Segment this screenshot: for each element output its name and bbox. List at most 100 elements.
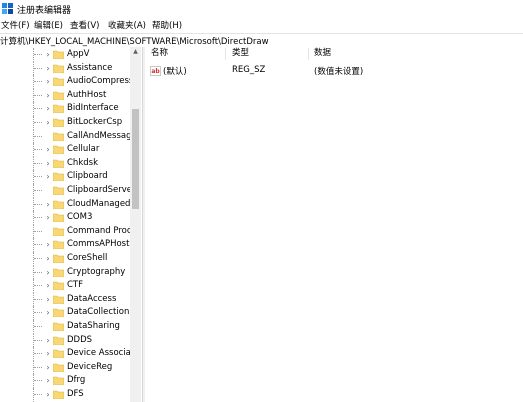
- chevron-right-icon[interactable]: ›: [43, 103, 53, 114]
- title-bar: 注册表编辑器: [0, 0, 523, 17]
- tree-branch-line: [34, 298, 42, 300]
- column-header-name[interactable]: 名称: [151, 47, 168, 60]
- chevron-right-icon[interactable]: ›: [43, 49, 53, 60]
- column-divider[interactable]: [308, 48, 309, 60]
- tree-item-label: Clipboard: [67, 171, 108, 182]
- tree-branch-line: [34, 230, 42, 232]
- tree-item[interactable]: › DataAccess: [0, 292, 130, 307]
- tree-item[interactable]: DataSharing: [0, 320, 130, 334]
- tree-branch-line: [34, 81, 42, 83]
- chevron-right-icon[interactable]: ›: [43, 199, 53, 210]
- folder-icon: [53, 241, 64, 250]
- chevron-right-icon[interactable]: ›: [43, 117, 53, 128]
- tree-item[interactable]: › BitLockerCsp: [0, 116, 130, 130]
- scroll-up-icon[interactable]: ▲: [130, 47, 141, 57]
- tree-item-label: CallAndMessag: [67, 130, 132, 141]
- chevron-right-icon[interactable]: ›: [43, 294, 53, 305]
- address-bar[interactable]: 计算机\HKEY_LOCAL_MACHINE\SOFTWARE\Microsof…: [0, 33, 523, 48]
- tree-branch-line: [34, 312, 42, 314]
- tree-item-label: DFS: [67, 389, 84, 399]
- folder-icon: [53, 173, 64, 182]
- address-path[interactable]: 计算机\HKEY_LOCAL_MACHINE\SOFTWARE\Microsof…: [0, 35, 269, 47]
- chevron-right-icon[interactable]: ›: [43, 307, 53, 318]
- tree-item[interactable]: › DFS: [0, 388, 130, 402]
- tree-item[interactable]: › Cryptography: [0, 265, 130, 280]
- tree-item-label: AppV: [67, 49, 90, 59]
- tree-item[interactable]: › AuthHost: [0, 88, 130, 103]
- chevron-right-icon[interactable]: ›: [43, 212, 53, 223]
- tree-item-label: Dfrg: [67, 375, 86, 386]
- tree-item[interactable]: Command Proc: [0, 224, 132, 239]
- chevron-right-icon[interactable]: ›: [43, 375, 53, 386]
- tree-item-label: Cryptography: [67, 266, 126, 277]
- column-header-data[interactable]: 数据: [314, 47, 331, 60]
- folder-icon: [53, 363, 64, 372]
- chevron-right-icon[interactable]: ›: [43, 280, 53, 291]
- tree-item-label: DataAccess: [67, 293, 117, 304]
- chevron-right-icon[interactable]: ›: [43, 267, 53, 278]
- tree-item[interactable]: › Assistance: [0, 61, 130, 76]
- tree-item[interactable]: › CloudManaged: [0, 197, 130, 212]
- column-header-type[interactable]: 类型: [232, 47, 249, 60]
- tree-item[interactable]: › COM3: [0, 211, 130, 225]
- chevron-right-icon[interactable]: ›: [43, 239, 53, 250]
- chevron-right-icon[interactable]: ›: [43, 158, 53, 169]
- scroll-thumb[interactable]: [132, 109, 139, 209]
- chevron-right-icon[interactable]: ›: [43, 63, 53, 74]
- folder-icon: [53, 105, 64, 114]
- tree-item[interactable]: › Dfrg: [0, 374, 130, 388]
- tree-item-label: CommsAPHost: [67, 239, 130, 250]
- chevron-right-icon[interactable]: ›: [43, 171, 53, 182]
- tree-branch-line: [34, 54, 42, 55]
- menu-help[interactable]: 帮助(H): [152, 19, 182, 31]
- tree-item[interactable]: ClipboardServe: [0, 184, 132, 198]
- tree-item[interactable]: › Device Associat: [0, 347, 134, 361]
- tree-item-label: BidInterface: [67, 103, 119, 114]
- tree-item[interactable]: › AudioCompress: [0, 75, 133, 89]
- tree-item[interactable]: › CommsAPHost: [0, 238, 130, 252]
- tree-item[interactable]: › BidInterface: [0, 102, 130, 116]
- menu-favorites[interactable]: 收藏夹(A): [108, 19, 146, 31]
- tree-scrollbar[interactable]: ▲: [130, 47, 141, 402]
- tree-item[interactable]: › DataCollection: [0, 306, 130, 320]
- tree-branch-line: [34, 258, 42, 259]
- column-divider[interactable]: [225, 48, 226, 60]
- folder-icon: [53, 200, 64, 209]
- tree-item-label: DDDS: [67, 334, 93, 345]
- tree-item[interactable]: › DDDS: [0, 333, 130, 348]
- chevron-right-icon[interactable]: ›: [43, 253, 53, 264]
- tree-item-label: Command Proc: [67, 225, 132, 236]
- chevron-right-icon[interactable]: ›: [43, 90, 53, 101]
- tree-item-label: ClipboardServe: [67, 185, 132, 195]
- chevron-right-icon[interactable]: ›: [43, 348, 53, 359]
- tree-item[interactable]: › Chkdsk: [0, 156, 130, 171]
- tree-item-label: AuthHost: [67, 89, 107, 100]
- key-tree-pane[interactable]: › AppV › Assistance › AudioCompress › AuthHost ›…: [0, 47, 142, 402]
- tree-item[interactable]: › CTF: [0, 279, 130, 293]
- tree-item[interactable]: › CoreShell: [0, 252, 130, 266]
- tree-branch-line: [34, 108, 42, 110]
- value-list-pane[interactable]: 名称 类型 数据 ab (默认) REG_SZ (数值未设置): [145, 47, 523, 402]
- tree-item[interactable]: › DeviceReg: [0, 360, 130, 375]
- window-title: 注册表编辑器: [17, 6, 72, 16]
- tree-item[interactable]: › Clipboard: [0, 170, 130, 184]
- folder-icon: [53, 254, 64, 263]
- folder-icon: [53, 64, 64, 73]
- tree-branch-line: [34, 366, 42, 368]
- folder-icon: [53, 118, 64, 127]
- menu-file[interactable]: 文件(F): [1, 19, 30, 31]
- chevron-right-icon[interactable]: ›: [43, 389, 53, 400]
- menu-edit[interactable]: 编辑(E): [34, 19, 63, 31]
- tree-item[interactable]: CallAndMessag: [0, 129, 132, 144]
- chevron-right-icon[interactable]: ›: [43, 144, 53, 155]
- value-row[interactable]: ab (默认) REG_SZ (数值未设置): [145, 64, 523, 78]
- tree-item[interactable]: › AppV: [0, 48, 130, 62]
- value-data: (数值未设置): [314, 67, 364, 77]
- chevron-right-icon[interactable]: ›: [43, 335, 53, 346]
- tree-item[interactable]: › Cellular: [0, 143, 130, 157]
- folder-icon: [53, 390, 64, 399]
- menu-view[interactable]: 查看(V): [70, 19, 99, 31]
- chevron-right-icon[interactable]: ›: [43, 76, 53, 87]
- chevron-right-icon[interactable]: ›: [43, 362, 53, 373]
- folder-icon: [53, 322, 64, 331]
